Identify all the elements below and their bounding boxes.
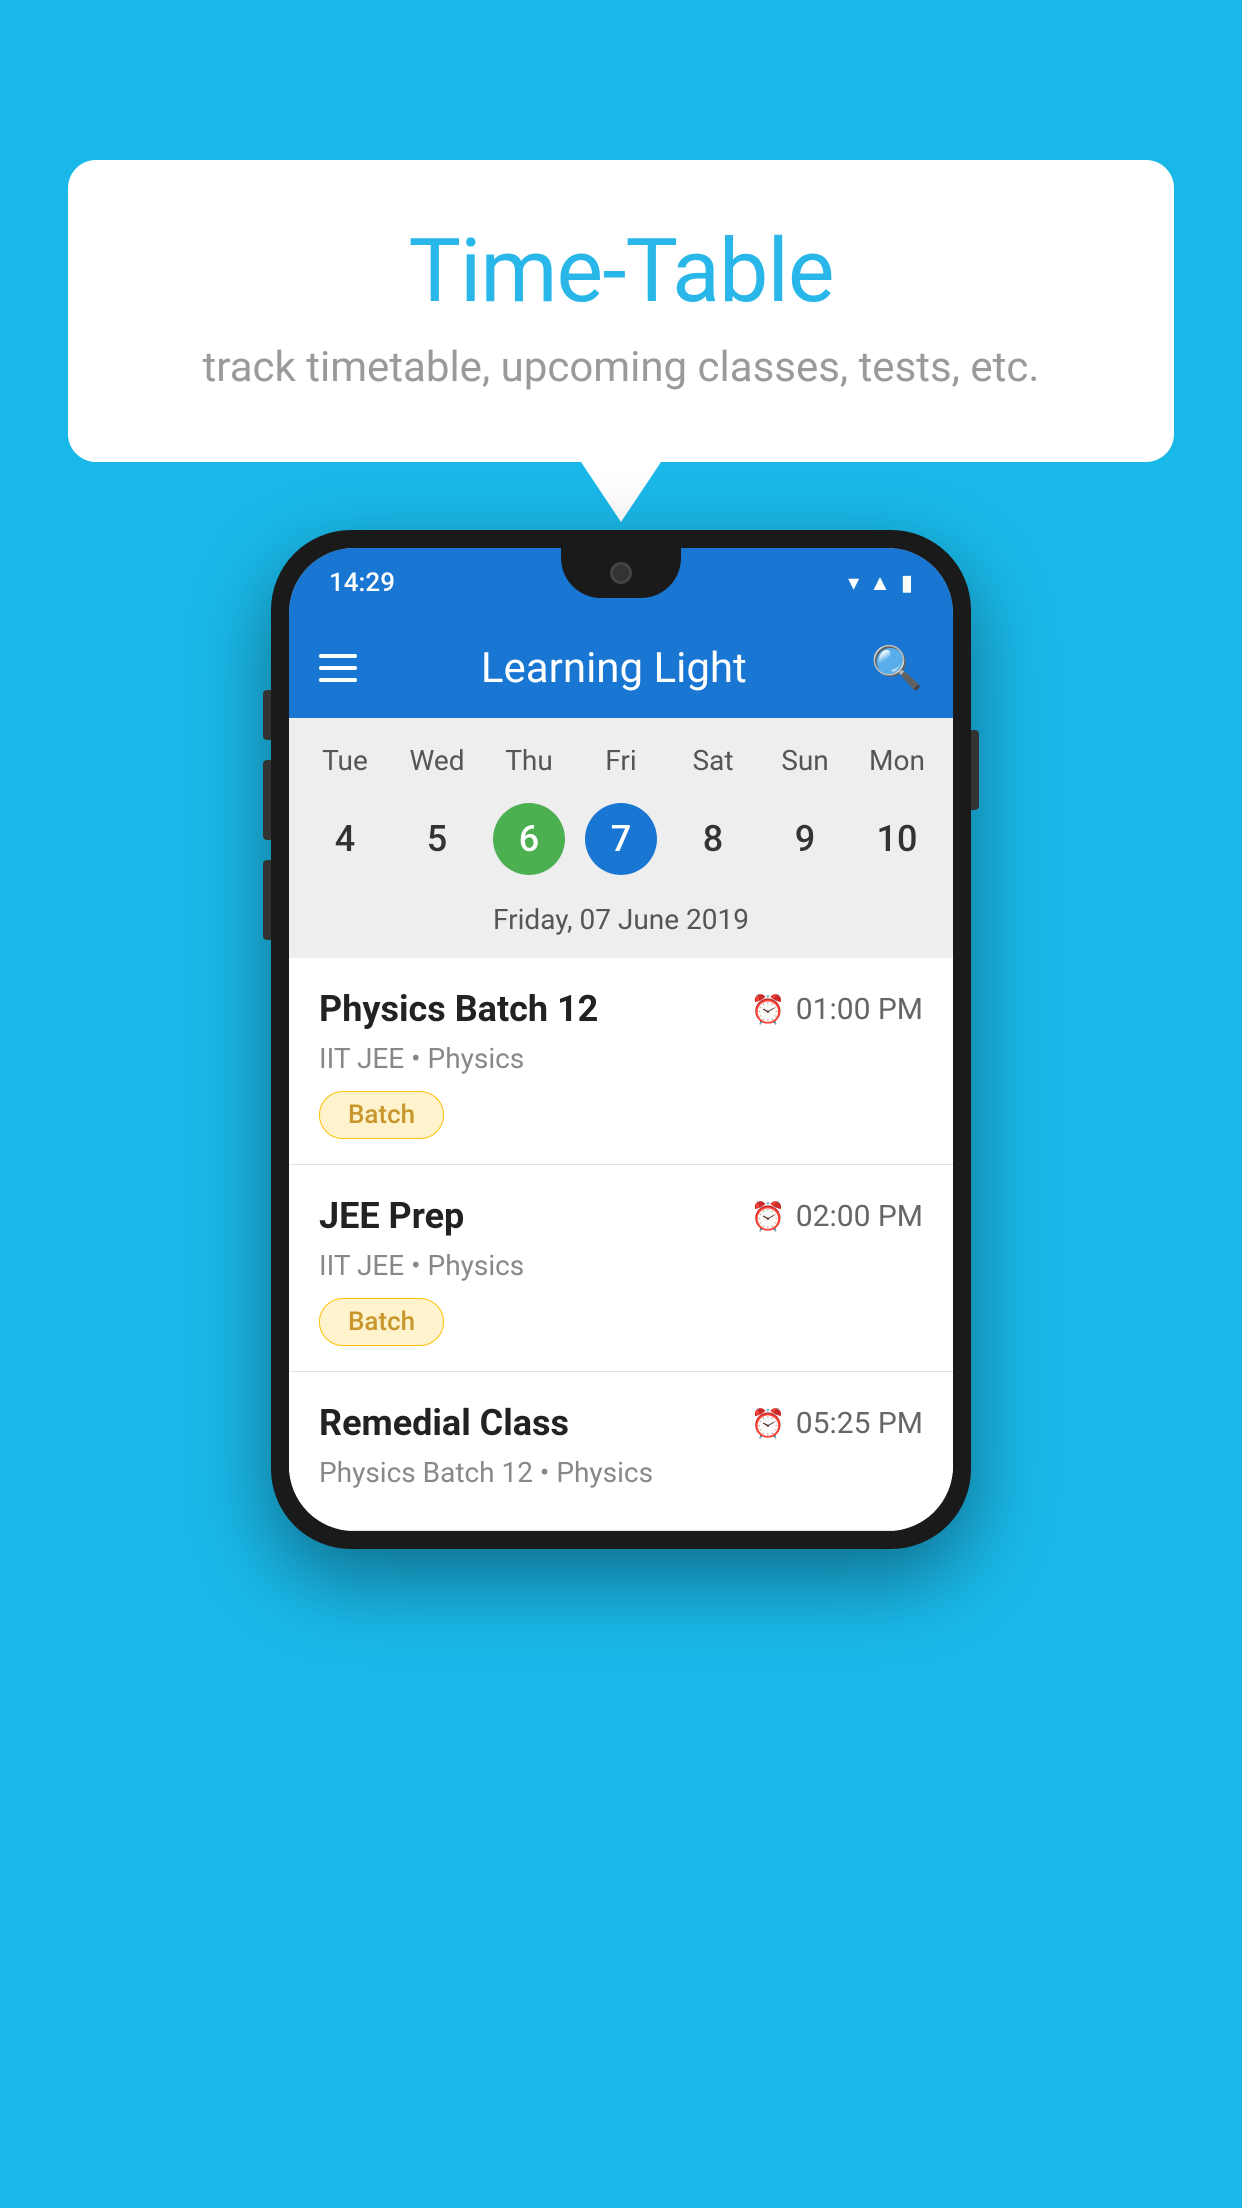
day-cell-7-selected[interactable]: 7 xyxy=(575,793,667,885)
speech-bubble-section: Time-Table track timetable, upcoming cla… xyxy=(68,160,1174,522)
day-cell-6-today[interactable]: 6 xyxy=(483,793,575,885)
schedule-item-1-subtitle: IIT JEE • Physics xyxy=(319,1042,923,1075)
schedule-item-2-time: ⏰ 02:00 PM xyxy=(751,1199,923,1234)
day-header-thu: Thu xyxy=(483,738,575,783)
schedule-item-2-time-value: 02:00 PM xyxy=(796,1199,923,1234)
batch-badge-1: Batch xyxy=(319,1091,444,1139)
status-icons: ▾ ▲ ▮ xyxy=(848,570,913,596)
schedule-item-2-header: JEE Prep ⏰ 02:00 PM xyxy=(319,1195,923,1237)
schedule-item-1-time: ⏰ 01:00 PM xyxy=(751,992,923,1027)
day-headers: Tue Wed Thu Fri Sat Sun Mon xyxy=(299,738,943,783)
day-header-sat: Sat xyxy=(667,738,759,783)
day-cell-5[interactable]: 5 xyxy=(391,793,483,885)
schedule-item-2[interactable]: JEE Prep ⏰ 02:00 PM IIT JEE • Physics Ba… xyxy=(289,1165,953,1372)
search-icon[interactable]: 🔍 xyxy=(871,644,923,693)
schedule-item-3-time: ⏰ 05:25 PM xyxy=(751,1406,923,1441)
side-button-right xyxy=(971,730,979,810)
speech-bubble-tail xyxy=(581,462,661,522)
bubble-subtitle: track timetable, upcoming classes, tests… xyxy=(148,343,1094,392)
schedule-item-3-title: Remedial Class xyxy=(319,1402,569,1444)
schedule-item-2-title: JEE Prep xyxy=(319,1195,464,1237)
status-time: 14:29 xyxy=(329,568,395,598)
schedule-item-3-time-value: 05:25 PM xyxy=(796,1406,923,1441)
clock-icon-2: ⏰ xyxy=(751,1200,786,1233)
day-header-fri: Fri xyxy=(575,738,667,783)
hamburger-line-1 xyxy=(319,654,357,658)
day-cell-8[interactable]: 8 xyxy=(667,793,759,885)
day-cell-4[interactable]: 4 xyxy=(299,793,391,885)
schedule-item-1-header: Physics Batch 12 ⏰ 01:00 PM xyxy=(319,988,923,1030)
calendar-strip: Tue Wed Thu Fri Sat Sun Mon 4 5 xyxy=(289,718,953,958)
side-button-left-3 xyxy=(263,860,271,940)
schedule-item-1-title: Physics Batch 12 xyxy=(319,988,598,1030)
bubble-title: Time-Table xyxy=(148,220,1094,323)
schedule-container: Physics Batch 12 ⏰ 01:00 PM IIT JEE • Ph… xyxy=(289,958,953,1531)
status-bar: 14:29 ▾ ▲ ▮ xyxy=(289,548,953,618)
schedule-item-3[interactable]: Remedial Class ⏰ 05:25 PM Physics Batch … xyxy=(289,1372,953,1531)
schedule-item-2-subtitle: IIT JEE • Physics xyxy=(319,1249,923,1282)
phone-screen: 14:29 ▾ ▲ ▮ Learning Light 🔍 xyxy=(289,548,953,1531)
camera xyxy=(610,562,632,584)
wifi-icon: ▾ xyxy=(848,571,859,596)
day-header-wed: Wed xyxy=(391,738,483,783)
app-title: Learning Light xyxy=(387,644,841,693)
schedule-item-3-subtitle: Physics Batch 12 • Physics xyxy=(319,1456,923,1489)
clock-icon-1: ⏰ xyxy=(751,993,786,1026)
day-numbers: 4 5 6 7 8 9 xyxy=(299,793,943,885)
app-bar: Learning Light 🔍 xyxy=(289,618,953,718)
side-button-left-1 xyxy=(263,690,271,740)
batch-badge-2: Batch xyxy=(319,1298,444,1346)
signal-icon: ▲ xyxy=(869,570,891,596)
schedule-item-1-time-value: 01:00 PM xyxy=(796,992,923,1027)
day-header-sun: Sun xyxy=(759,738,851,783)
clock-icon-3: ⏰ xyxy=(751,1407,786,1440)
day-header-tue: Tue xyxy=(299,738,391,783)
phone-outer-frame: 14:29 ▾ ▲ ▮ Learning Light 🔍 xyxy=(271,530,971,1549)
menu-icon[interactable] xyxy=(319,654,357,682)
side-button-left-2 xyxy=(263,760,271,840)
hamburger-line-2 xyxy=(319,666,357,670)
day-cell-10[interactable]: 10 xyxy=(851,793,943,885)
day-header-mon: Mon xyxy=(851,738,943,783)
day-cell-9[interactable]: 9 xyxy=(759,793,851,885)
hamburger-line-3 xyxy=(319,678,357,682)
phone-mockup: 14:29 ▾ ▲ ▮ Learning Light 🔍 xyxy=(271,530,971,1549)
battery-icon: ▮ xyxy=(901,571,913,596)
schedule-item-3-header: Remedial Class ⏰ 05:25 PM xyxy=(319,1402,923,1444)
schedule-item-1[interactable]: Physics Batch 12 ⏰ 01:00 PM IIT JEE • Ph… xyxy=(289,958,953,1165)
notch xyxy=(561,548,681,598)
speech-bubble-card: Time-Table track timetable, upcoming cla… xyxy=(68,160,1174,462)
selected-date-label: Friday, 07 June 2019 xyxy=(299,895,943,948)
